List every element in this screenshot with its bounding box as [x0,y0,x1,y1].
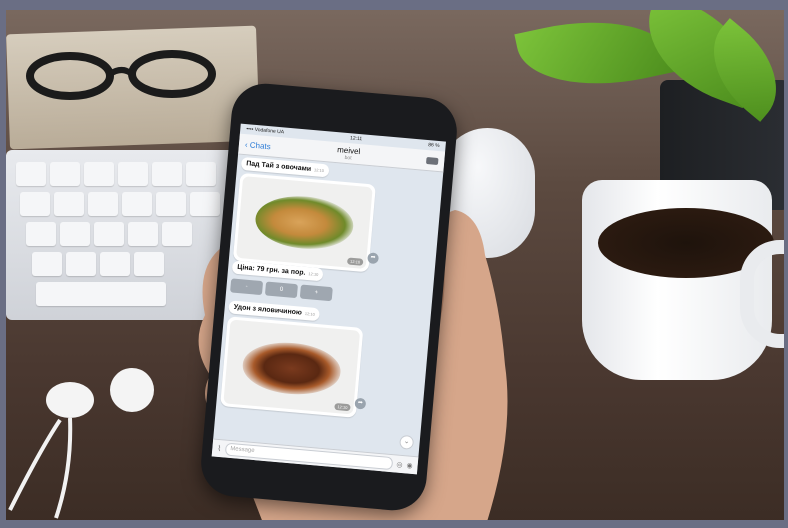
frame-right [784,0,788,528]
food-photo [223,319,361,415]
message-list: Пад Тай з овочами 12:10 12:10 ➦ Ціна: 79 … [213,155,443,457]
inline-keyboard: - 0 + [230,278,333,302]
frame-bottom [0,520,788,528]
phone-screen: •••• Vodafone UA 12:11 86 % ‹ Chats meiv… [211,123,446,475]
cup-handle [740,240,788,348]
photo-message[interactable]: 12:10 [220,316,364,418]
plus-button[interactable]: + [299,284,333,302]
message-time: 12:10 [313,167,325,174]
camera-icon[interactable]: ◉ [406,461,413,470]
keyboard-icon[interactable] [426,156,439,165]
back-button[interactable]: ‹ Chats [245,140,271,151]
photo-time: 12:10 [346,257,364,266]
chat-subtitle: bot [344,154,352,161]
count-button[interactable]: 0 [264,281,298,299]
earbuds-icon [8,368,154,519]
battery-label: 86 % [427,142,440,150]
minus-button[interactable]: - [230,278,264,296]
chevron-left-icon: ‹ [244,139,249,149]
share-icon[interactable]: ➦ [354,397,367,410]
message-time: 12:10 [308,271,319,277]
paperclip-icon[interactable]: ⌇ [217,444,222,453]
desk-scene: •••• Vodafone UA 12:11 86 % ‹ Chats meiv… [0,0,788,528]
chat-title[interactable]: meivel bot [336,145,361,162]
sticker-icon[interactable]: ◎ [396,460,403,469]
photo-message[interactable]: 12:10 [232,172,376,273]
clock-label: 12:11 [349,135,363,143]
frame-left [0,0,6,528]
back-label: Chats [249,140,272,151]
message-time: 12:10 [304,310,316,317]
photo-time: 12:10 [334,402,351,412]
smartphone: •••• Vodafone UA 12:11 86 % ‹ Chats meiv… [198,80,460,514]
food-photo [236,176,373,270]
message-text: Удон з яловичиною [233,303,303,317]
share-icon[interactable]: ➦ [367,252,380,265]
message-text: Ціна: 79 грн. за пор. [236,263,306,277]
frame-top [0,0,788,10]
message-text: Пад Тай з овочами [245,160,312,173]
glasses-icon [26,50,216,100]
